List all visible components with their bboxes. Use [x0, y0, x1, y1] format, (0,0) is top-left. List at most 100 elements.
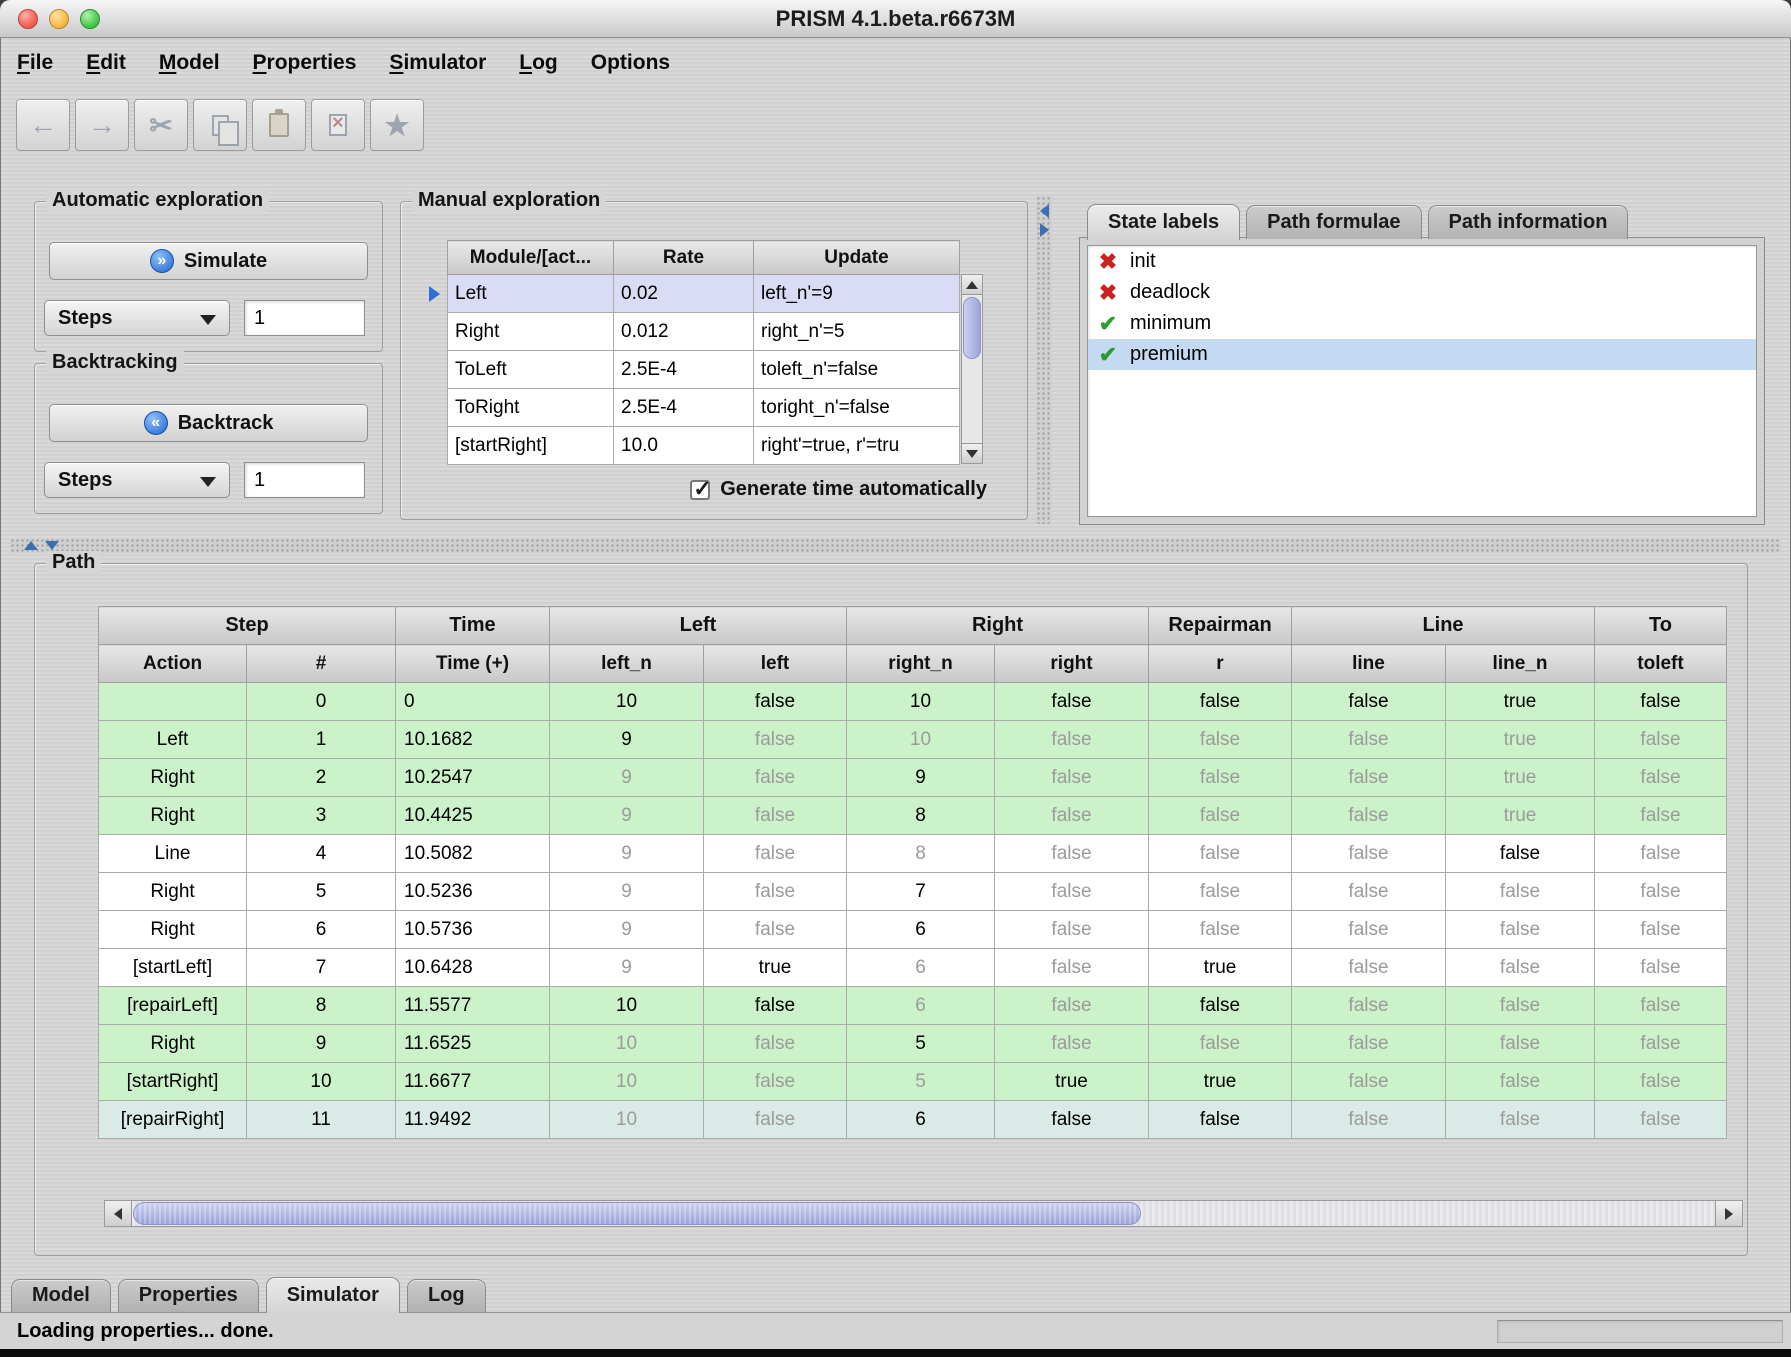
- path-col-group[interactable]: Line: [1292, 607, 1595, 645]
- menu-item-simulator[interactable]: Simulator: [389, 51, 486, 75]
- path-col-group[interactable]: To: [1595, 607, 1727, 645]
- paste-button[interactable]: [252, 99, 306, 151]
- path-col-header[interactable]: right: [995, 645, 1149, 683]
- path-col-header[interactable]: toleft: [1595, 645, 1727, 683]
- path-col-header[interactable]: r: [1149, 645, 1292, 683]
- manual-row[interactable]: ToLeft2.5E-4toleft_n'=false: [448, 351, 960, 389]
- tab-path-information[interactable]: Path information: [1428, 205, 1629, 239]
- backtrack-steps-row: Steps: [44, 462, 365, 498]
- star-button[interactable]: ★: [370, 99, 424, 151]
- horizontal-splitter[interactable]: [10, 538, 1781, 553]
- path-col-group[interactable]: Time: [396, 607, 550, 645]
- backtrack-icon: [144, 411, 168, 435]
- path-col-header[interactable]: #: [247, 645, 396, 683]
- path-row[interactable]: Right510.52369false7falsefalsefalsefalse…: [99, 873, 1727, 911]
- path-col-header[interactable]: left: [704, 645, 847, 683]
- path-row[interactable]: Right911.652510false5falsefalsefalsefals…: [99, 1025, 1727, 1063]
- backtrack-steps-dropdown[interactable]: Steps: [44, 462, 230, 498]
- tab-path-formulae[interactable]: Path formulae: [1246, 205, 1421, 239]
- path-row[interactable]: [startRight]1011.667710false5truetruefal…: [99, 1063, 1727, 1101]
- close-button[interactable]: [18, 9, 38, 29]
- manual-col-header[interactable]: Update: [754, 241, 960, 275]
- path-horizontal-scrollbar[interactable]: [104, 1200, 1743, 1227]
- scroll-up-button[interactable]: [962, 275, 982, 295]
- path-col-header[interactable]: line_n: [1446, 645, 1595, 683]
- path-col-header[interactable]: right_n: [847, 645, 995, 683]
- path-row[interactable]: Right310.44259false8falsefalsefalsetruef…: [99, 797, 1727, 835]
- simulate-steps-input[interactable]: [244, 300, 365, 336]
- state-label-premium[interactable]: ✔premium: [1088, 339, 1756, 370]
- tab-properties[interactable]: Properties: [118, 1279, 259, 1312]
- scroll-left-button[interactable]: [105, 1201, 132, 1226]
- path-row[interactable]: Line410.50829false8falsefalsefalsefalsef…: [99, 835, 1727, 873]
- forward-button[interactable]: →: [75, 99, 129, 151]
- manual-row[interactable]: ToRight2.5E-4toright_n'=false: [448, 389, 960, 427]
- menu-item-properties[interactable]: Properties: [253, 51, 357, 75]
- path-col-header[interactable]: left_n: [550, 645, 704, 683]
- tab-log[interactable]: Log: [407, 1279, 486, 1312]
- panel-title: Manual exploration: [412, 189, 606, 212]
- state-label-minimum[interactable]: ✔minimum: [1088, 308, 1756, 339]
- menu-item-edit[interactable]: Edit: [86, 51, 126, 75]
- tab-model[interactable]: Model: [11, 1279, 111, 1312]
- manual-row[interactable]: Right0.012right_n'=5: [448, 313, 960, 351]
- scrollbar-thumb[interactable]: [963, 297, 981, 359]
- path-subheader-row: Action#Time (+)left_nleftright_nrightrli…: [99, 645, 1727, 683]
- path-col-header[interactable]: line: [1292, 645, 1446, 683]
- delete-icon: [329, 114, 347, 136]
- backtrack-button[interactable]: Backtrack: [49, 404, 368, 442]
- scroll-right-button[interactable]: [1715, 1201, 1742, 1226]
- scroll-down-button[interactable]: [962, 443, 982, 463]
- state-label-init[interactable]: ✖init: [1088, 246, 1756, 277]
- simulate-steps-dropdown[interactable]: Steps: [44, 300, 230, 336]
- title-bar[interactable]: PRISM 4.1.beta.r6673M: [0, 0, 1791, 38]
- copy-button[interactable]: [193, 99, 247, 151]
- manual-col-header[interactable]: Module/[act...: [448, 241, 614, 275]
- back-button[interactable]: ←: [16, 99, 70, 151]
- path-col-header[interactable]: Time (+): [396, 645, 550, 683]
- path-row[interactable]: Left110.16829false10falsefalsefalsetruef…: [99, 721, 1727, 759]
- menu-item-log[interactable]: Log: [519, 51, 557, 75]
- path-row[interactable]: 0010false10falsefalsefalsetruefalse: [99, 683, 1727, 721]
- backtracking-panel: Backtracking Backtrack Steps: [34, 363, 383, 514]
- tab-simulator[interactable]: Simulator: [266, 1277, 400, 1313]
- collapse-down-icon[interactable]: [45, 541, 59, 550]
- collapse-up-icon[interactable]: [24, 541, 38, 550]
- menu-item-file[interactable]: File: [17, 51, 53, 75]
- selected-row-arrow-icon: [429, 286, 440, 302]
- down-arrow-icon: [966, 450, 978, 458]
- collapse-right-icon[interactable]: [1040, 223, 1049, 237]
- path-col-group[interactable]: Left: [550, 607, 847, 645]
- state-label-text: deadlock: [1130, 281, 1210, 304]
- path-row[interactable]: [repairRight]1111.949210false6falsefalse…: [99, 1101, 1727, 1139]
- delete-button[interactable]: [311, 99, 365, 151]
- path-row[interactable]: [repairLeft]811.557710false6falsefalsefa…: [99, 987, 1727, 1025]
- manual-col-header[interactable]: Rate: [614, 241, 754, 275]
- scrollbar-thumb[interactable]: [133, 1202, 1141, 1225]
- cut-button[interactable]: ✂: [134, 99, 188, 151]
- path-row[interactable]: [startLeft]710.64289true6falsetruefalsef…: [99, 949, 1727, 987]
- path-col-group[interactable]: Repairman: [1149, 607, 1292, 645]
- manual-row[interactable]: Left0.02left_n'=9: [448, 275, 960, 313]
- manual-row[interactable]: [startRight]10.0right'=true, r'=tru: [448, 427, 960, 465]
- scrollbar-track[interactable]: [132, 1201, 1715, 1226]
- path-col-header[interactable]: Action: [99, 645, 247, 683]
- tab-state-labels[interactable]: State labels: [1087, 204, 1240, 240]
- manual-vertical-scrollbar[interactable]: [961, 274, 983, 464]
- path-col-group[interactable]: Right: [847, 607, 1149, 645]
- menu-bar: File Edit Model Properties Simulator Log Optio…: [0, 39, 1791, 86]
- simulate-button[interactable]: Simulate: [49, 242, 368, 280]
- menu-item-options[interactable]: Options: [591, 51, 670, 75]
- state-labels-list: ✖init✖deadlock✔minimum✔premium: [1087, 245, 1757, 517]
- path-col-group[interactable]: Step: [99, 607, 396, 645]
- menu-item-model[interactable]: Model: [159, 51, 220, 75]
- path-row[interactable]: Right610.57369false6falsefalsefalsefalse…: [99, 911, 1727, 949]
- path-row[interactable]: Right210.25479false9falsefalsefalsetruef…: [99, 759, 1727, 797]
- generate-time-checkbox[interactable]: Generate time automatically: [690, 478, 987, 501]
- backtrack-steps-input[interactable]: [244, 462, 365, 498]
- state-label-deadlock[interactable]: ✖deadlock: [1088, 277, 1756, 308]
- vertical-splitter[interactable]: [1036, 196, 1052, 524]
- zoom-button[interactable]: [80, 9, 100, 29]
- collapse-left-icon[interactable]: [1040, 204, 1049, 218]
- minimize-button[interactable]: [49, 9, 69, 29]
